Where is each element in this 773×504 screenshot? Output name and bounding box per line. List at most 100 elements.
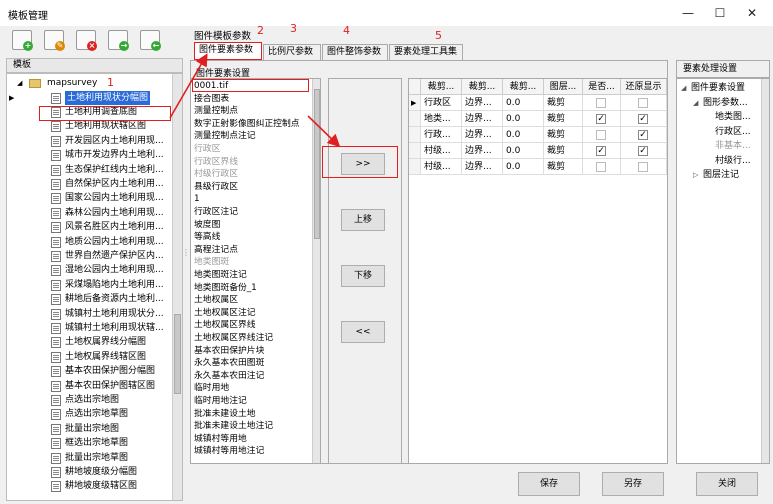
row-header[interactable] [409,127,421,143]
template-item[interactable]: 基本农田保护图分幅图 [7,364,182,378]
grid-header[interactable]: 裁剪... [503,79,544,95]
checkbox[interactable] [596,130,606,140]
grid-cell[interactable]: 村级... [421,143,462,159]
element-list-item[interactable]: 临时用地注记 [194,395,247,408]
expand-arrow-icon[interactable]: ▷ [693,169,703,182]
template-item[interactable]: 点选出宗地图 [7,393,182,407]
element-list-item[interactable]: 测量控制点注记 [194,130,256,143]
close-button[interactable]: 关闭 [696,472,758,496]
expand-arrow-icon[interactable]: ◢ [681,82,691,95]
template-item[interactable]: 生态保护红线内土地利... [7,163,182,177]
element-list-item[interactable]: 城镇村等用地注记 [194,445,264,458]
tab-decoration-params[interactable]: 图件整饰参数 [322,44,388,60]
grid-cell[interactable]: 0.0 [503,95,544,111]
template-item[interactable]: 城镇村土地利用现状辖... [7,321,182,335]
tab-element-tools[interactable]: 要素处理工具集 [389,44,463,60]
template-item[interactable]: 批量出宗地草图 [7,451,182,465]
processing-tree-node[interactable]: 行政区... [705,126,751,139]
grid-cell[interactable]: 0.0 [503,127,544,143]
row-header[interactable] [409,111,421,127]
minimize-button[interactable]: — [673,4,703,22]
template-item[interactable]: 土地权属界线辖区图 [7,350,182,364]
element-list-item[interactable]: 地类图斑注记 [194,269,247,282]
processing-tree-node[interactable]: ◢ 图形参数... [693,97,748,110]
element-list-item[interactable]: 基本农田保护片块 [194,345,264,358]
import-template-button[interactable]: → [108,30,129,51]
grid-cell[interactable]: 0.0 [503,111,544,127]
move-up-button[interactable]: 上移 [341,209,385,231]
element-list-item[interactable]: 永久基本农田注记 [194,370,264,383]
grid-header[interactable]: 还原显示 [621,79,667,95]
template-item[interactable]: 土地利用现状辖区图 [7,119,182,133]
delete-template-button[interactable]: × [76,30,97,51]
template-item[interactable]: 耕地坡度级分幅图 [7,465,182,479]
element-list-item[interactable]: 行政区 [194,143,220,156]
element-list-item[interactable]: 土地权属区注记 [194,307,256,320]
processing-tree-node[interactable]: ▷ 图层注记 [693,169,739,182]
grid-cell[interactable]: 边界... [462,143,503,159]
element-list-item[interactable]: 测量控制点 [194,105,238,118]
splitter-grip[interactable]: ⋮ [182,249,190,270]
template-item[interactable]: 风景名胜区内土地利用... [7,220,182,234]
element-list-item[interactable]: 城镇村等用地 [194,433,247,446]
processing-tree-node[interactable]: 非基本... [705,140,751,153]
grid-cell[interactable]: 边界... [462,95,503,111]
grid-cell[interactable]: 村级... [421,159,462,175]
template-item[interactable]: 基本农田保护图辖区图 [7,379,182,393]
checkbox[interactable] [596,98,606,108]
template-item[interactable]: 开发园区内土地利用现... [7,134,182,148]
element-list-item[interactable]: 1 [194,193,200,206]
processing-tree[interactable]: ◢ 图件要素设置 ◢ 图形参数... 地类图... 行政区... 非基本... 村级行... ▷… [676,78,770,464]
template-item[interactable]: 国家公园内土地利用现... [7,191,182,205]
template-item[interactable]: 森林公园内土地利用现... [7,206,182,220]
template-item[interactable]: 耕地后备资源内土地利... [7,292,182,306]
template-item[interactable]: 点选出宗地草图 [7,407,182,421]
grid-header[interactable]: 裁剪... [421,79,462,95]
save-button[interactable]: 保存 [518,472,580,496]
grid-cell[interactable]: 地类... [421,111,462,127]
grid-header[interactable]: 裁剪... [462,79,503,95]
element-list-item[interactable]: 地类图斑备份_1 [194,282,257,295]
element-list-item[interactable]: 行政区注记 [194,206,238,219]
element-list-item[interactable]: 地类图斑 [194,256,229,269]
grid-cell[interactable]: 0.0 [503,143,544,159]
element-list-item[interactable]: 等高线 [194,231,220,244]
tree-root[interactable]: ◢ mapsurvey [7,76,182,90]
checkbox[interactable]: ✓ [638,130,648,140]
grid-header[interactable]: 图层... [544,79,583,95]
grid-cell[interactable]: 0.0 [503,159,544,175]
grid-cell[interactable]: 边界... [462,111,503,127]
add-template-button[interactable]: + [12,30,33,51]
processing-tree-scrollbar[interactable] [761,79,769,463]
checkbox[interactable] [638,98,648,108]
edit-template-button[interactable]: ✎ [44,30,65,51]
save-as-button[interactable]: 另存 [602,472,664,496]
processing-tree-node[interactable]: 地类图... [705,111,751,124]
template-tree[interactable]: ◢ mapsurvey ▶ 土地利用现状分幅图 土地利用调查底图 土地利用现状辖区图开… [6,73,183,501]
grid-header[interactable]: 是否... [583,79,621,95]
row-header[interactable] [409,159,421,175]
remove-element-button[interactable]: << [341,321,385,343]
element-list-item[interactable]: 村级行政区 [194,168,238,181]
grid-cell[interactable]: 裁剪 [544,143,583,159]
element-list-item[interactable]: 坡度图 [194,219,220,232]
grid-cell[interactable]: 裁剪 [544,111,583,127]
template-item[interactable]: 耕地坡度级辖区图 [7,479,182,493]
element-grid[interactable]: 裁剪... 裁剪... 裁剪... 图层... 是否... 还原显示 ▶ 行政区边… [408,78,668,464]
template-item[interactable]: 采煤塌陷地内土地利用... [7,278,182,292]
row-header[interactable]: ▶ [409,95,421,111]
tree-scrollbar[interactable] [172,74,182,500]
element-list-item[interactable]: 县级行政区 [194,181,238,194]
checkbox[interactable] [638,162,648,172]
element-list-item[interactable]: 临时用地 [194,382,229,395]
template-item[interactable]: ▶ 土地利用现状分幅图 [7,90,182,105]
template-item[interactable]: 城镇村土地利用现状分... [7,307,182,321]
element-list-scroll-thumb[interactable] [314,89,320,239]
template-item[interactable]: 批量出宗地图 [7,422,182,436]
element-list-item[interactable]: 批准未建设土地 [194,408,256,421]
template-item[interactable]: 世界自然遗产保护区内... [7,249,182,263]
processing-tree-node[interactable]: 村级行... [705,155,751,168]
element-list-item[interactable]: 土地权属区界线 [194,319,256,332]
grid-cell[interactable]: 裁剪 [544,159,583,175]
element-list-item[interactable]: 土地权属区 [194,294,238,307]
